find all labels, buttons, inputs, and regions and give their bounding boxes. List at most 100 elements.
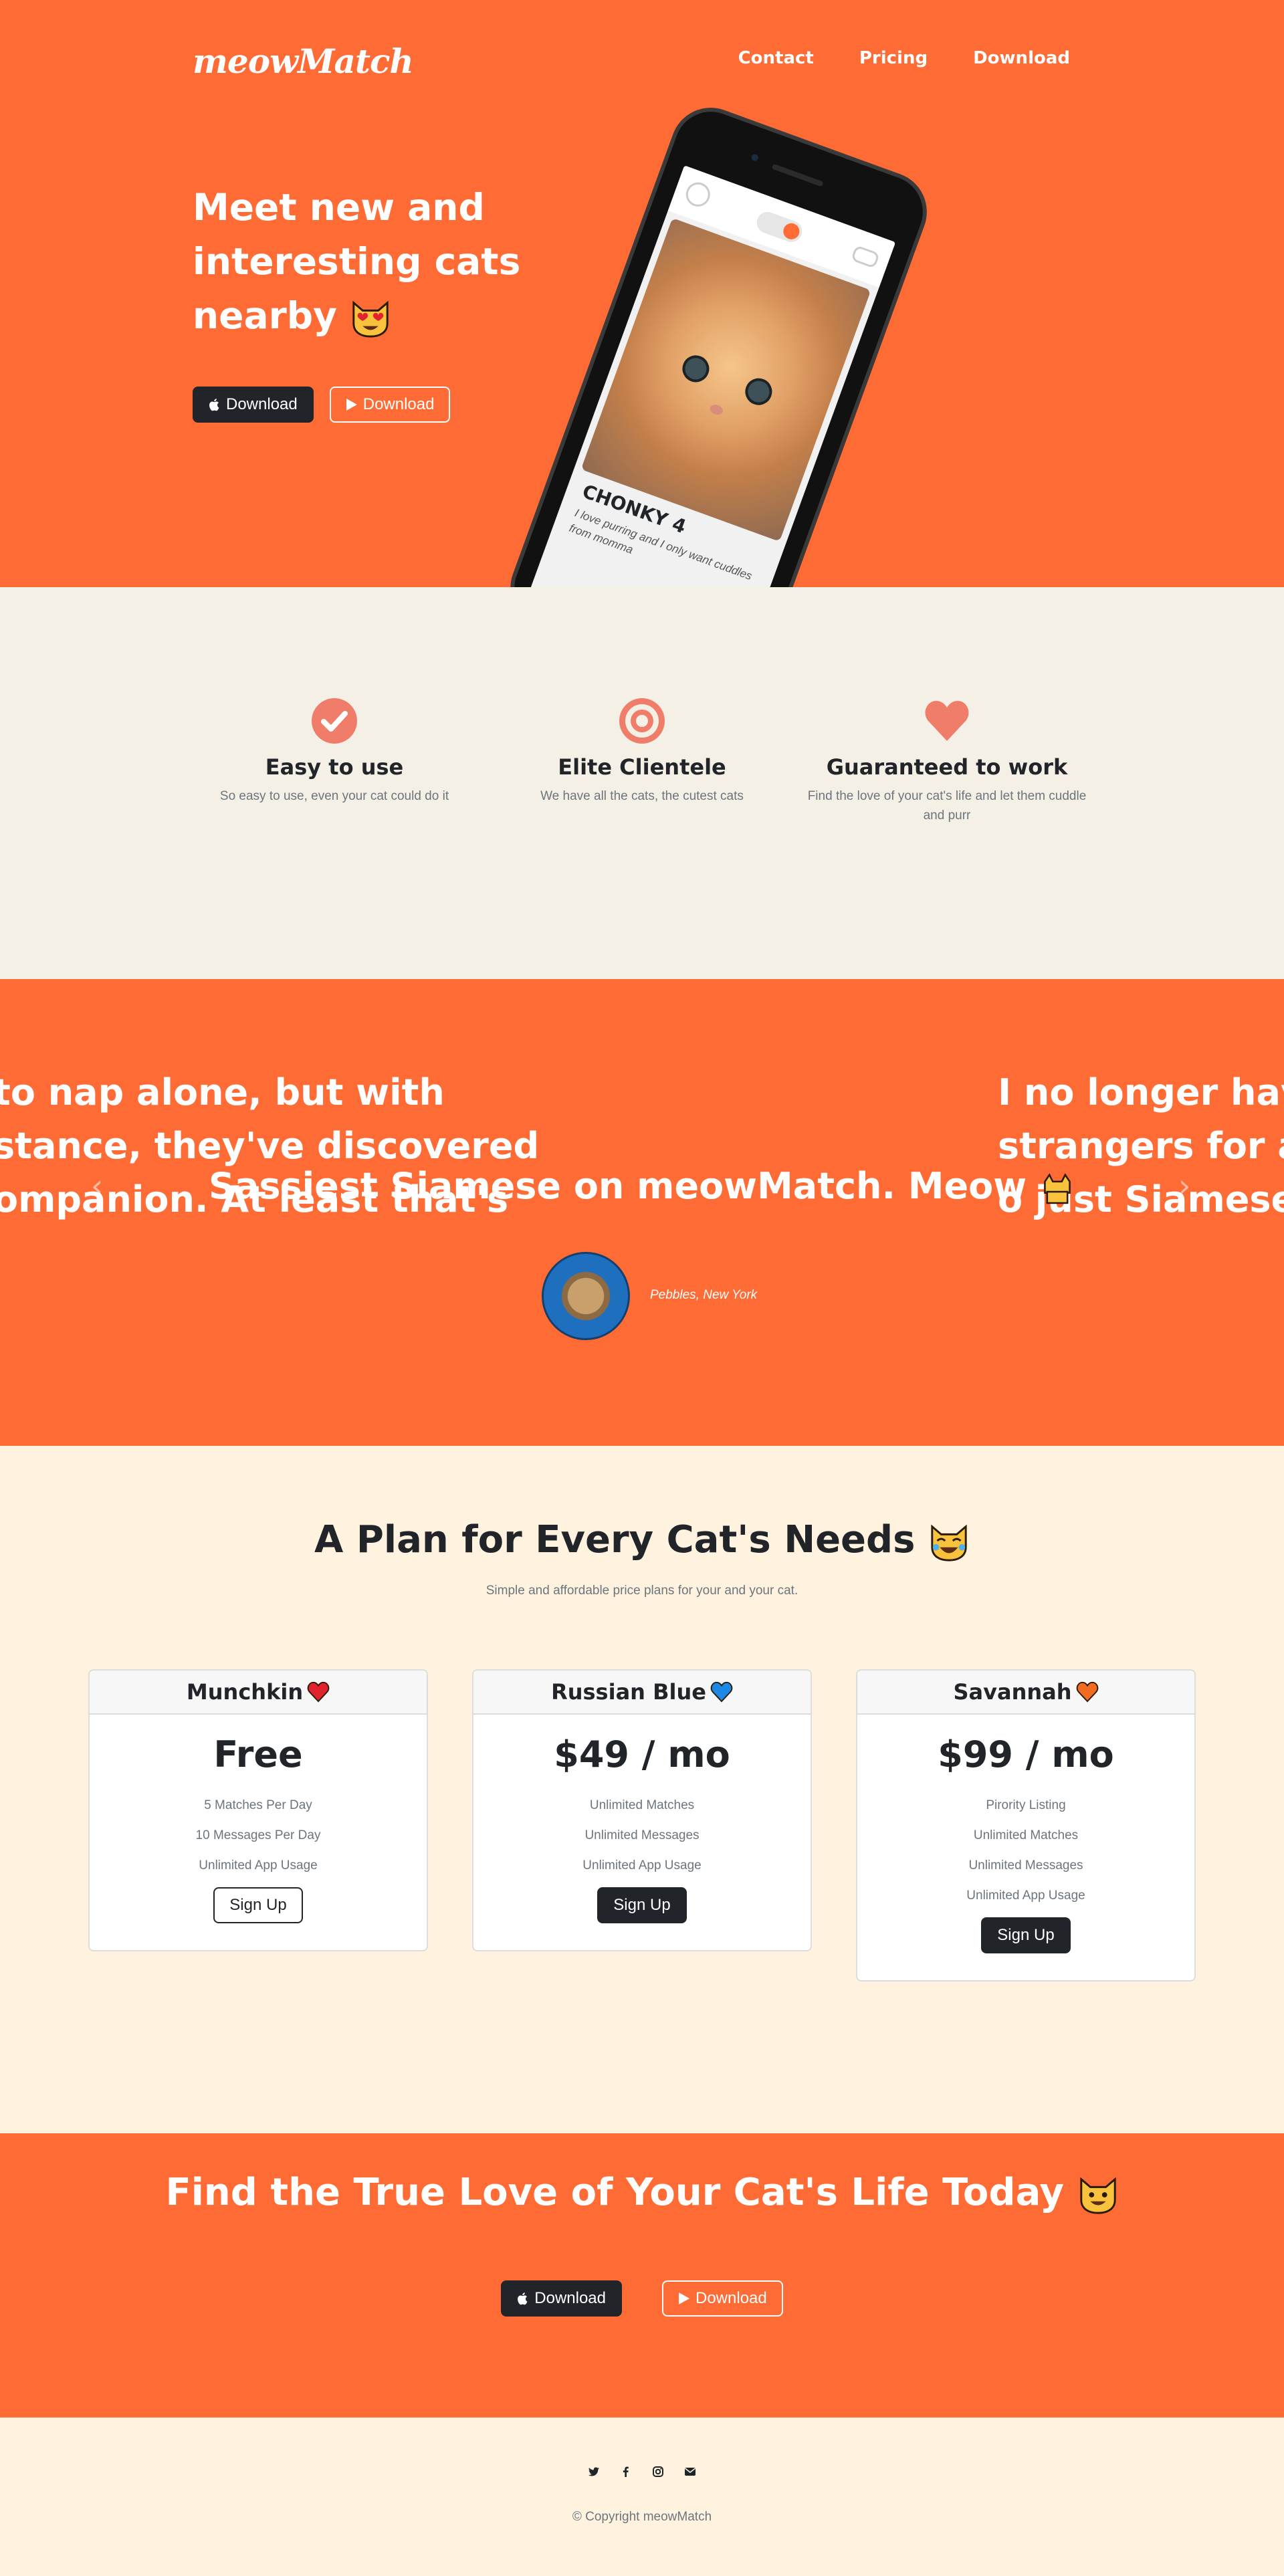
signup-button[interactable]: Sign Up xyxy=(981,1917,1071,1953)
pricing-title-text: A Plan for Every Cat's Needs xyxy=(314,1518,916,1562)
blue-heart-icon xyxy=(710,1681,733,1703)
testimonial-slide-active: Sassiest Siamese on meowMatch. Meow xyxy=(0,1160,1284,1213)
plan-header: Russian Blue xyxy=(473,1671,811,1715)
plan-feature: Unlimited Messages xyxy=(968,1858,1083,1872)
red-heart-icon xyxy=(307,1681,330,1703)
social-links xyxy=(0,2466,1284,2478)
pricing-subtitle: Simple and affordable price plans for yo… xyxy=(486,1584,798,1598)
profile-icon xyxy=(682,179,714,210)
plan-body: $49 / mo Unlimited Matches Unlimited Mes… xyxy=(473,1715,811,1950)
twitter-icon[interactable] xyxy=(588,2466,600,2478)
hero-title: Meet new and interesting cats nearby xyxy=(193,181,567,343)
cat-eye-right xyxy=(741,374,776,409)
cta-download-google-label: Download xyxy=(696,2289,767,2307)
plan-feature: 10 Messages Per Day xyxy=(195,1828,321,1842)
testimonial-line: I no longer hav xyxy=(998,1071,1284,1113)
nav-download[interactable]: Download xyxy=(973,48,1070,68)
pricing-title: A Plan for Every Cat's Needs xyxy=(0,1518,1284,1563)
feature-title: Guaranteed to work xyxy=(826,754,1068,780)
cta-title-text: Find the True Love of Your Cat's Life To… xyxy=(165,2171,1065,2214)
apple-icon xyxy=(209,399,219,411)
plan-feature: Unlimited Matches xyxy=(589,1798,695,1812)
download-google-label: Download xyxy=(362,395,435,413)
testimonial-avatar xyxy=(542,1252,630,1340)
cat-icon xyxy=(1044,1173,1071,1204)
plan-price: $49 / mo xyxy=(554,1733,730,1776)
feature-easy-to-use: Easy to use So easy to use, even your ca… xyxy=(187,697,481,806)
cta-download-apple-label: Download xyxy=(534,2289,606,2307)
feature-text: Find the love of your cat's life and let… xyxy=(807,789,1087,823)
phone-screen: CHONKY 4 I love purring and I only want … xyxy=(524,165,896,587)
cat-nose xyxy=(708,403,725,417)
like-button xyxy=(619,582,668,587)
plan-feature: 5 Matches Per Day xyxy=(204,1798,312,1812)
cta-download-google-button[interactable]: Download xyxy=(662,2280,783,2317)
joy-cat-icon xyxy=(931,1524,967,1562)
chat-icon xyxy=(851,245,880,269)
testimonial-line: to nap alone, but with xyxy=(0,1071,445,1113)
plan-feature: Pirority Listing xyxy=(986,1798,1066,1812)
bullseye-icon xyxy=(619,698,665,744)
plan-feature: Unlimited App Usage xyxy=(199,1858,318,1872)
feature-elite-clientele: Elite Clientele We have all the cats, th… xyxy=(495,697,789,806)
download-apple-label: Download xyxy=(226,395,298,413)
plan-body: $99 / mo Pirority Listing Unlimited Matc… xyxy=(857,1715,1194,1980)
signup-button[interactable]: Sign Up xyxy=(213,1887,303,1923)
mode-toggle xyxy=(754,209,805,245)
hero-section: meowMatch Contact Pricing Download Meet … xyxy=(0,0,1284,587)
heart-eyes-cat-icon xyxy=(352,300,389,338)
plan-body: Free 5 Matches Per Day 10 Messages Per D… xyxy=(90,1715,427,1950)
plan-name: Munchkin xyxy=(186,1679,304,1705)
google-play-icon xyxy=(346,399,357,411)
orange-heart-icon xyxy=(1076,1681,1098,1703)
plan-header: Munchkin xyxy=(90,1671,427,1715)
plan-card-savannah: Savannah $99 / mo Pirority Listing Unlim… xyxy=(856,1669,1196,1981)
carousel-prev-icon[interactable]: ‹ xyxy=(91,1168,103,1204)
feature-guaranteed: Guaranteed to work Find the love of your… xyxy=(800,697,1094,825)
plan-name: Savannah xyxy=(953,1679,1072,1705)
plan-feature: Unlimited Messages xyxy=(584,1828,700,1842)
cat-eye-left xyxy=(678,351,714,387)
feature-text: So easy to use, even your cat could do i… xyxy=(219,789,449,803)
cta-title: Find the True Love of Your Cat's Life To… xyxy=(0,2171,1284,2216)
testimonials-carousel: to nap alone, but with stance, they've d… xyxy=(0,979,1284,1446)
signup-button[interactable]: Sign Up xyxy=(597,1887,687,1923)
feature-text: We have all the cats, the cutest cats xyxy=(540,789,744,803)
cta-section: Find the True Love of Your Cat's Life To… xyxy=(0,2133,1284,2418)
instagram-icon[interactable] xyxy=(652,2466,664,2478)
download-apple-button[interactable]: Download xyxy=(193,387,314,423)
brand-logo[interactable]: meowMatch xyxy=(193,41,414,81)
copyright-text: © Copyright meowMatch xyxy=(572,2510,712,2524)
hero-download-buttons: Download Download xyxy=(193,387,451,423)
cta-download-apple-button[interactable]: Download xyxy=(501,2280,622,2317)
plan-price: Free xyxy=(213,1733,303,1776)
main-nav: Contact Pricing Download xyxy=(738,48,1070,68)
plan-price: $99 / mo xyxy=(938,1733,1114,1776)
plan-feature: Unlimited App Usage xyxy=(582,1858,702,1872)
plan-card-russian-blue: Russian Blue $49 / mo Unlimited Matches … xyxy=(472,1669,812,1951)
plan-name: Russian Blue xyxy=(551,1679,706,1705)
cta-download-buttons: Download Download xyxy=(0,2280,1284,2317)
facebook-icon[interactable] xyxy=(620,2466,632,2478)
heart-icon xyxy=(925,701,969,741)
testimonial-author: Pebbles, New York xyxy=(650,1288,758,1302)
envelope-icon[interactable] xyxy=(684,2466,696,2478)
nav-pricing[interactable]: Pricing xyxy=(859,48,928,68)
testimonial-quote: Sassiest Siamese on meowMatch. Meow xyxy=(209,1165,1027,1207)
features-section: Easy to use So easy to use, even your ca… xyxy=(0,587,1284,979)
smiling-cat-icon xyxy=(1079,2177,1116,2214)
feature-title: Elite Clientele xyxy=(558,754,726,780)
pricing-section: A Plan for Every Cat's Needs Simple and … xyxy=(0,1446,1284,2133)
footer: © Copyright meowMatch xyxy=(0,2418,1284,2576)
check-circle-icon xyxy=(312,698,357,744)
plan-feature: Unlimited App Usage xyxy=(966,1889,1085,1903)
download-google-button[interactable]: Download xyxy=(329,387,451,423)
feature-title: Easy to use xyxy=(265,754,404,780)
plan-card-munchkin: Munchkin Free 5 Matches Per Day 10 Messa… xyxy=(88,1669,428,1951)
plan-header: Savannah xyxy=(857,1671,1194,1715)
carousel-next-icon[interactable]: › xyxy=(1178,1168,1190,1204)
google-play-icon xyxy=(679,2292,689,2304)
nav-contact[interactable]: Contact xyxy=(738,48,814,68)
apple-icon xyxy=(518,2292,528,2305)
plan-feature: Unlimited Matches xyxy=(973,1828,1079,1842)
